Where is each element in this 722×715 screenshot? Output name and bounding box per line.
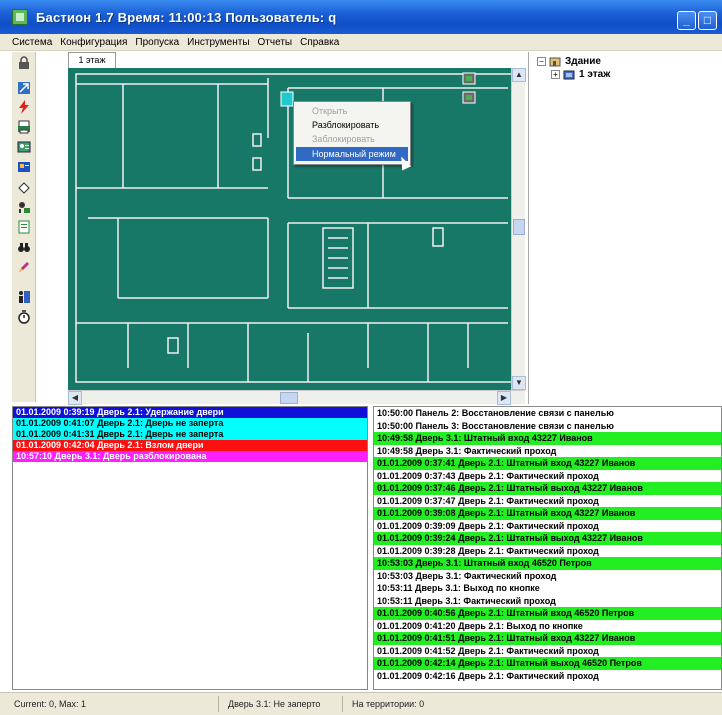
menu-passes[interactable]: Пропуска — [135, 37, 179, 48]
scroll-up-icon[interactable]: ▲ — [512, 68, 526, 82]
event-row[interactable]: 01.01.2009 0:39:09 Дверь 2.1: Фактически… — [374, 519, 721, 532]
event-row[interactable]: 01.01.2009 0:41:20 Дверь 2.1: Выход по к… — [374, 619, 721, 632]
arrow-icon[interactable] — [15, 79, 32, 96]
event-row[interactable]: 01.01.2009 0:39:24 Дверь 2.1: Штатный вы… — [374, 532, 721, 545]
menu-reports[interactable]: Отчеты — [258, 37, 293, 48]
binoculars-icon[interactable] — [15, 238, 32, 255]
tab-floor-1[interactable]: 1 этаж — [68, 52, 116, 68]
hscroll-thumb[interactable] — [280, 392, 298, 404]
title-bar: Бастион 1.7 Время: 11:00:13 Пользователь… — [0, 0, 722, 34]
pencil-icon[interactable] — [15, 258, 32, 275]
event-row[interactable]: 01.01.2009 0:42:14 Дверь 2.1: Штатный вы… — [374, 657, 721, 670]
event-row[interactable]: 01.01.2009 0:37:41 Дверь 2.1: Штатный вх… — [374, 457, 721, 470]
event-row[interactable]: 01.01.2009 0:40:56 Дверь 2.1: Штатный вх… — [374, 607, 721, 620]
status-bar: Current: 0, Max: 1 Дверь 3.1: Не заперто… — [0, 692, 722, 715]
context-menu: Открыть Разблокировать Заблокировать Нор… — [293, 101, 411, 165]
event-row[interactable]: 01.01.2009 0:39:08 Дверь 2.1: Штатный вх… — [374, 507, 721, 520]
status-counts: Current: 0, Max: 1 — [14, 699, 87, 709]
alarm-list[interactable]: 01.01.2009 0:39:19 Дверь 2.1: Удержание … — [12, 406, 368, 690]
lightning-icon[interactable] — [15, 98, 32, 115]
alarm-row[interactable]: 10:57:10 Дверь 3.1: Дверь разблокирована — [13, 451, 367, 462]
alarm-row[interactable]: 01.01.2009 0:41:31 Дверь 2.1: Дверь не з… — [13, 429, 367, 440]
map-horizontal-scrollbar[interactable]: ◀ ▶ — [68, 390, 525, 405]
lock-icon[interactable] — [15, 54, 32, 71]
event-row[interactable]: 10:53:11 Дверь 3.1: Фактический проход — [374, 594, 721, 607]
tree-label-floor-1: 1 этаж — [579, 69, 611, 80]
event-row[interactable]: 01.01.2009 0:37:46 Дверь 2.1: Штатный вы… — [374, 482, 721, 495]
context-open[interactable]: Открыть — [296, 104, 408, 118]
context-lock[interactable]: Заблокировать — [296, 132, 408, 146]
event-row[interactable]: 10:49:58 Дверь 3.1: Фактический проход — [374, 444, 721, 457]
badge-icon[interactable] — [15, 138, 32, 155]
event-row[interactable]: 10:53:03 Дверь 3.1: Фактический проход — [374, 569, 721, 582]
app-icon — [12, 9, 28, 25]
event-row[interactable]: 01.01.2009 0:37:43 Дверь 2.1: Фактически… — [374, 469, 721, 482]
scroll-thumb[interactable] — [513, 219, 525, 235]
context-unlock[interactable]: Разблокировать — [296, 118, 408, 132]
map-vertical-scrollbar[interactable]: ▲ ▼ — [511, 68, 526, 390]
expand-icon[interactable]: + — [551, 70, 560, 79]
alarm-row[interactable]: 01.01.2009 0:42:04 Дверь 2.1: Взлом двер… — [13, 440, 367, 451]
floor-icon — [563, 70, 575, 80]
event-row[interactable]: 01.01.2009 0:41:51 Дверь 2.1: Штатный вх… — [374, 632, 721, 645]
event-row[interactable]: 10:49:58 Дверь 3.1: Штатный вход 43227 И… — [374, 432, 721, 445]
door-marker[interactable] — [280, 91, 294, 107]
context-normal-mode[interactable]: Нормальный режим — [296, 147, 408, 161]
menu-bar: Система Конфигурация Пропуска Инструмент… — [0, 34, 722, 51]
menu-configuration[interactable]: Конфигурация — [60, 37, 127, 48]
alarm-row[interactable]: 01.01.2009 0:41:07 Дверь 2.1: Дверь не з… — [13, 418, 367, 429]
object-tree: − Здание + 1 этаж — [528, 52, 722, 404]
person-door-icon[interactable] — [15, 288, 32, 305]
tree-label-building: Здание — [565, 56, 601, 67]
menu-tools[interactable]: Инструменты — [187, 37, 249, 48]
print-icon[interactable] — [15, 118, 32, 135]
status-door: Дверь 3.1: Не заперто — [228, 699, 321, 709]
building-icon — [549, 57, 561, 67]
scroll-left-icon[interactable]: ◀ — [68, 391, 82, 405]
id-card-icon[interactable] — [15, 158, 32, 175]
status-divider — [342, 696, 343, 712]
maximize-button[interactable]: □ — [698, 11, 717, 30]
event-row[interactable]: 10:53:11 Дверь 3.1: Выход по кнопке — [374, 582, 721, 595]
timer-icon[interactable] — [15, 308, 32, 325]
tree-node-building[interactable]: − Здание — [537, 56, 601, 67]
event-row[interactable]: 01.01.2009 0:39:28 Дверь 2.1: Фактически… — [374, 544, 721, 557]
tree-node-floor-1[interactable]: + 1 этаж — [551, 69, 610, 80]
menu-help[interactable]: Справка — [300, 37, 339, 48]
menu-system[interactable]: Система — [12, 37, 52, 48]
event-row[interactable]: 01.01.2009 0:41:52 Дверь 2.1: Фактически… — [374, 644, 721, 657]
minimize-button[interactable]: _ — [677, 11, 696, 30]
event-row[interactable]: 10:50:00 Панель 3: Восстановление связи … — [374, 419, 721, 432]
document-icon[interactable] — [15, 218, 32, 235]
key-user-icon[interactable] — [15, 198, 32, 215]
scroll-right-icon[interactable]: ▶ — [497, 391, 511, 405]
event-row[interactable]: 10:50:00 Панель 2: Восстановление связи … — [374, 407, 721, 420]
scroll-down-icon[interactable]: ▼ — [512, 376, 526, 390]
status-divider — [218, 696, 219, 712]
collapse-icon[interactable]: − — [537, 57, 546, 66]
status-territory: На территории: 0 — [352, 699, 425, 709]
left-toolbar — [12, 52, 36, 402]
event-row[interactable]: 10:53:03 Дверь 3.1: Штатный вход 46520 П… — [374, 557, 721, 570]
event-log[interactable]: 10:50:00 Панель 2: Восстановление связи … — [373, 406, 722, 690]
event-row[interactable]: 01.01.2009 0:42:16 Дверь 2.1: Фактически… — [374, 669, 721, 682]
window-title: Бастион 1.7 Время: 11:00:13 Пользователь… — [36, 9, 337, 25]
alarm-row[interactable]: 01.01.2009 0:39:19 Дверь 2.1: Удержание … — [13, 407, 367, 418]
eraser-icon[interactable] — [15, 178, 32, 195]
event-row[interactable]: 01.01.2009 0:37:47 Дверь 2.1: Фактически… — [374, 494, 721, 507]
